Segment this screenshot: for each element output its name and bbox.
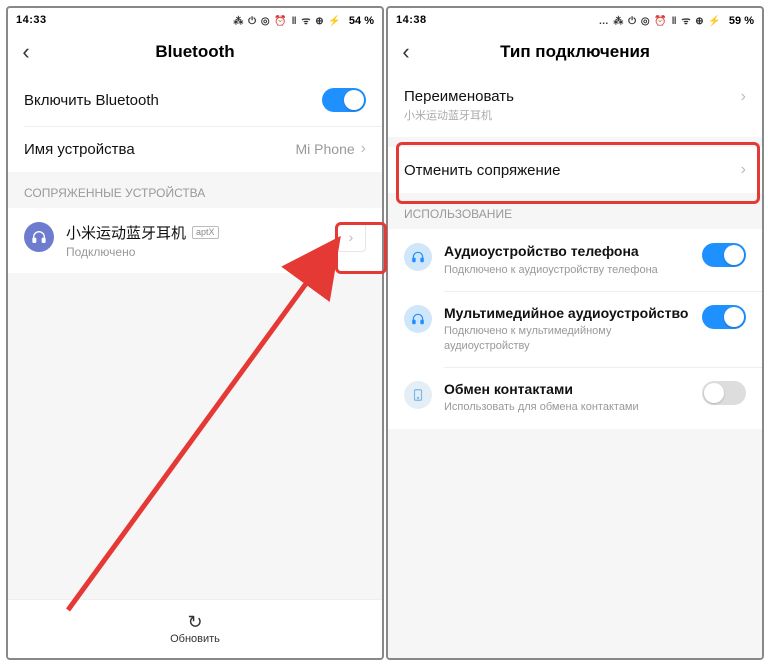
usage-title: Обмен контактами — [444, 381, 694, 399]
status-time: 14:38 — [396, 14, 427, 26]
page-title: Bluetooth — [8, 42, 382, 62]
status-icons-group: ⁂ ⏻ ◎ ⏰ ‖ ᯤ ⊕ ⚡ 54 % — [233, 13, 374, 27]
device-name-label: Имя устройства — [24, 141, 296, 158]
paired-devices-section: СОПРЯЖЕННЫЕ УСТРОЙСТВА — [8, 172, 382, 208]
phone-screenshot-connection-type: 14:38 … ⁂ ⏻ ◎ ⏰ ‖ ᯤ ⊕ ⚡ 59 % ‹ Тип подкл… — [386, 6, 764, 660]
status-bar: 14:38 … ⁂ ⏻ ◎ ⏰ ‖ ᯤ ⊕ ⚡ 59 % — [388, 8, 762, 30]
device-name-value: Mi Phone — [296, 141, 355, 157]
headphones-icon — [24, 222, 54, 252]
refresh-button[interactable]: ↻ Обновить — [8, 599, 382, 658]
headphones-icon — [404, 305, 432, 333]
enable-bluetooth-toggle[interactable] — [322, 88, 366, 112]
header: ‹ Тип подключения — [388, 30, 762, 74]
rename-subtitle: 小米运动蓝牙耳机 — [404, 107, 741, 123]
usage-title: Аудиоустройство телефона — [444, 243, 694, 261]
usage-subtitle: Подключено к аудиоустройству телефона — [444, 263, 694, 277]
usage-subtitle: Использовать для обмена контактами — [444, 400, 694, 414]
usage-phone-audio-row[interactable]: Аудиоустройство телефона Подключено к ау… — [388, 229, 762, 291]
paired-device-info: 小米运动蓝牙耳机 aptX Подключено — [66, 222, 336, 259]
usage-section: ИСПОЛЬЗОВАНИЕ — [388, 193, 762, 229]
device-name-row[interactable]: Имя устройства Mi Phone › — [8, 126, 382, 172]
status-time: 14:33 — [16, 14, 47, 26]
usage-subtitle: Подключено к мультимедийному аудиоустрой… — [444, 324, 694, 353]
usage-title: Мультимедийное аудиоустройство — [444, 305, 694, 323]
chevron-right-icon: › — [741, 161, 746, 179]
usage-media-audio-row[interactable]: Мультимедийное аудиоустройство Подключен… — [388, 291, 762, 367]
usage-contacts-row[interactable]: Обмен контактами Использовать для обмена… — [388, 367, 762, 429]
usage-toggle[interactable] — [702, 305, 746, 329]
chevron-right-icon: › — [741, 88, 746, 106]
rename-row[interactable]: Переименовать 小米运动蓝牙耳机 › — [388, 74, 762, 137]
status-bar: 14:33 ⁂ ⏻ ◎ ⏰ ‖ ᯤ ⊕ ⚡ 54 % — [8, 8, 382, 30]
refresh-label: Обновить — [170, 633, 220, 645]
unpair-label: Отменить сопряжение — [404, 162, 741, 179]
unpair-row[interactable]: Отменить сопряжение › — [388, 147, 762, 193]
page-title: Тип подключения — [388, 42, 762, 62]
phone-contacts-icon — [404, 381, 432, 409]
device-details-button[interactable]: › — [336, 222, 366, 252]
empty-area — [8, 273, 382, 599]
rename-label: Переименовать — [404, 88, 741, 105]
paired-device-name: 小米运动蓝牙耳机 — [66, 222, 186, 243]
enable-bluetooth-row[interactable]: Включить Bluetooth — [8, 74, 382, 126]
refresh-icon: ↻ — [187, 613, 202, 631]
header: ‹ Bluetooth — [8, 30, 382, 74]
codec-badge: aptX — [192, 226, 219, 239]
usage-toggle[interactable] — [702, 243, 746, 267]
usage-toggle — [702, 381, 746, 405]
enable-bluetooth-label: Включить Bluetooth — [24, 92, 322, 109]
status-icons-group: … ⁂ ⏻ ◎ ⏰ ‖ ᯤ ⊕ ⚡ 59 % — [599, 13, 754, 27]
chevron-right-icon: › — [361, 140, 366, 158]
phone-screenshot-bluetooth: 14:33 ⁂ ⏻ ◎ ⏰ ‖ ᯤ ⊕ ⚡ 54 % ‹ Bluetooth В… — [6, 6, 384, 660]
headphones-icon — [404, 243, 432, 271]
paired-device-row[interactable]: 小米运动蓝牙耳机 aptX Подключено › — [8, 208, 382, 273]
paired-device-status: Подключено — [66, 245, 336, 259]
